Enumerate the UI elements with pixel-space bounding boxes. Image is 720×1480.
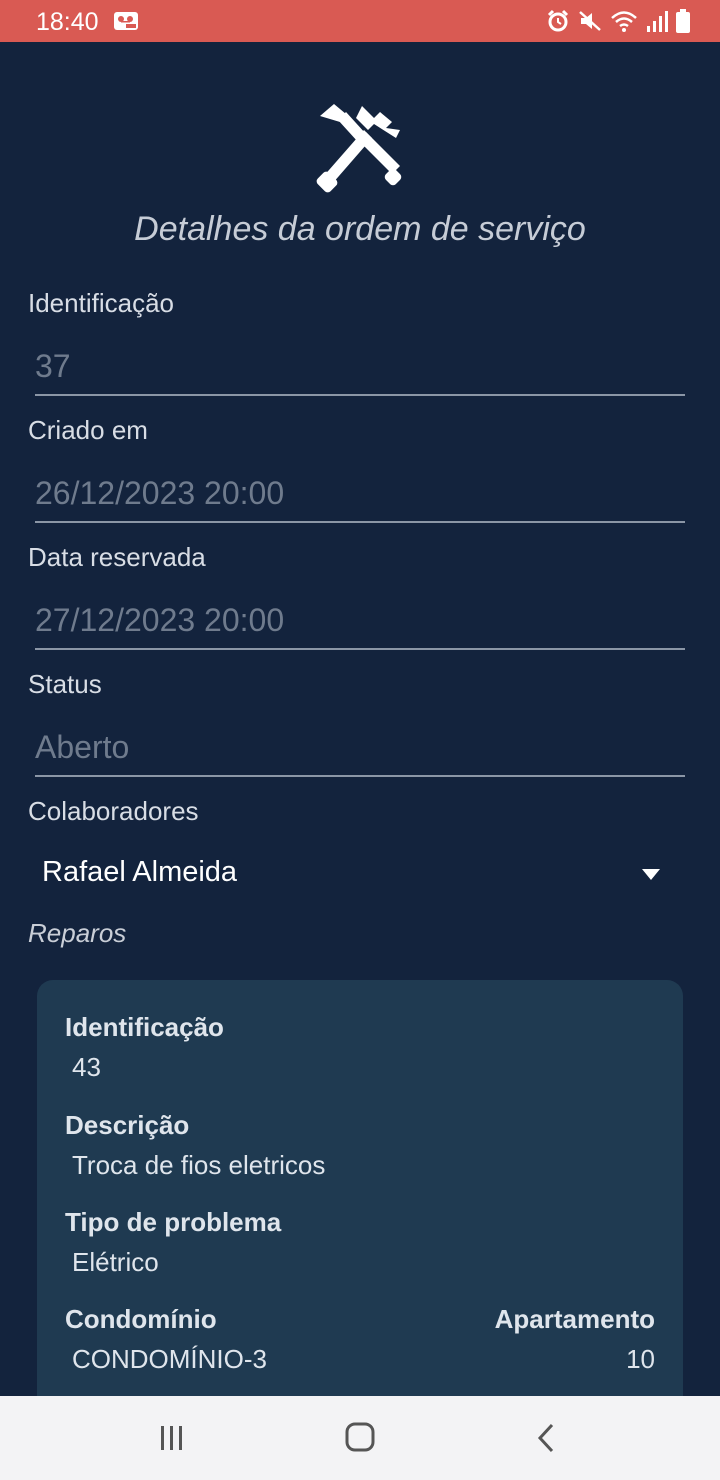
status-bar: 18:40: [0, 0, 720, 42]
back-icon[interactable]: [528, 1420, 568, 1456]
repair-condominium-label: Condomínio: [65, 1304, 217, 1334]
system-nav-bar: [0, 1396, 720, 1480]
status-field[interactable]: Aberto: [35, 717, 685, 777]
repair-problem-type-value: Elétrico: [72, 1247, 159, 1277]
voicemail-icon: [114, 12, 138, 30]
repair-description-value: Troca de fios eletricos: [72, 1150, 326, 1180]
repair-id-value: 43: [72, 1052, 101, 1082]
service-order-details: Detalhes da ordem de serviço Identificaç…: [0, 42, 720, 1396]
recent-apps-icon[interactable]: [152, 1420, 192, 1456]
collaborators-selected: Rafael Almeida: [42, 856, 238, 888]
alarm-icon: [547, 9, 569, 32]
identification-label: Identificação: [28, 288, 174, 318]
repairs-section-label: Reparos: [28, 918, 127, 948]
tools-icon: [316, 104, 402, 193]
created-at-label: Criado em: [28, 415, 148, 445]
page-title: Detalhes da ordem de serviço: [134, 210, 586, 248]
repair-condominium-value: CONDOMÍNIO-3: [72, 1344, 267, 1374]
repair-description-label: Descrição: [65, 1110, 190, 1140]
status-icons: [546, 8, 690, 34]
wifi-icon: [611, 11, 637, 32]
signal-icon: [647, 11, 668, 32]
status-label: Status: [28, 669, 102, 699]
repair-id-label: Identificação: [65, 1012, 224, 1042]
home-icon[interactable]: [340, 1420, 380, 1456]
collaborators-label: Colaboradores: [28, 796, 199, 826]
created-at-field[interactable]: 26/12/2023 20:00: [35, 463, 685, 523]
dropdown-arrow-icon[interactable]: [642, 869, 660, 880]
collaborators-dropdown[interactable]: Rafael Almeida: [28, 842, 678, 906]
status-time: 18:40: [36, 8, 99, 36]
repair-problem-type-label: Tipo de problema: [65, 1207, 282, 1237]
repair-apartment-label: Apartamento: [494, 1304, 655, 1334]
reserved-date-field[interactable]: 27/12/2023 20:00: [35, 590, 685, 650]
repair-card[interactable]: Identificação 43 Descrição Troca de fios…: [37, 980, 683, 1396]
reserved-date-label: Data reservada: [28, 542, 206, 572]
mute-icon: [579, 11, 601, 31]
battery-icon: [676, 9, 690, 33]
identification-field[interactable]: 37: [35, 336, 685, 396]
repair-apartment-value: 10: [626, 1344, 655, 1374]
